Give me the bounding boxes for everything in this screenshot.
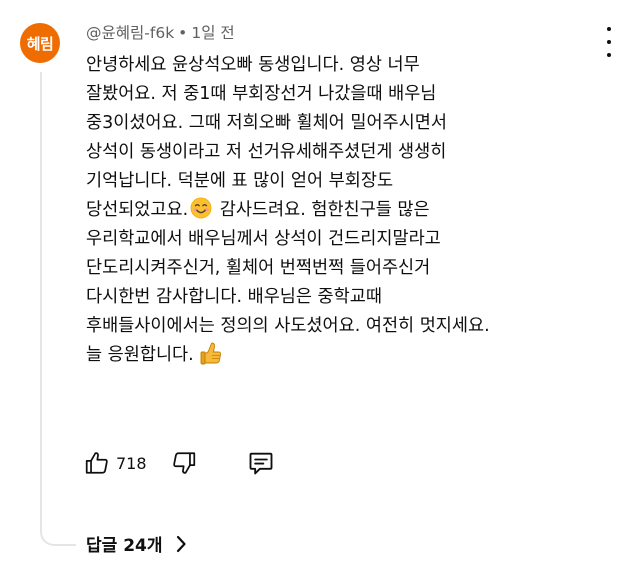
comment-line: 중3이셨어요. 그때 저희오빠 휠체어 밀어주시면서 [86, 113, 447, 133]
comment-line: 우리학교에서 배우님께서 상석이 건드리지말라고 [86, 229, 441, 249]
comment-line: 안녕하세요 윤상석오빠 동생입니다. 영상 너무 [86, 55, 420, 75]
like-button[interactable]: 718 [84, 450, 147, 476]
author-handle[interactable]: @윤혜림-f6k [86, 24, 174, 42]
comment-meta: @윤혜림-f6k • 1일 전 [86, 21, 235, 43]
comment-line: 잘봤어요. 저 중1때 부회장선거 나갔을때 배우님 [86, 84, 437, 104]
comment-text: 안녕하세요 윤상석오빠 동생입니다. 영상 너무 잘봤어요. 저 중1때 부회장… [86, 51, 626, 370]
comment-line: 늘 응원합니다. [86, 341, 626, 370]
more-dot [607, 27, 611, 31]
comment-reply-icon [249, 452, 272, 475]
chevron-right-icon [175, 535, 187, 553]
more-dot [607, 40, 611, 44]
comment-line-part: 감사드려요. 험한친구들 많은 [214, 200, 430, 220]
comment-line-part: 늘 응원합니다. [86, 345, 194, 365]
comment-line: 다시한번 감사합니다. 배우님은 중학교때 [86, 287, 382, 307]
comment-line: 상석이 동생이라고 저 선거유세해주셨던게 생생히 [86, 142, 447, 162]
thumbs-up-emoji [200, 342, 221, 365]
meta-separator: • [178, 24, 188, 42]
thumbs-up-icon [85, 452, 108, 474]
comment-line-part: 당선되었고요. [86, 200, 189, 220]
comment-actions: 718 [84, 447, 275, 479]
thumbs-down-icon [172, 452, 195, 474]
comment-line: 단도리시켜주신거, 휠체어 번쩍번쩍 들어주신거 [86, 258, 431, 278]
timestamp[interactable]: 1일 전 [191, 24, 234, 42]
view-replies-button[interactable]: 답글 24개 [86, 531, 187, 556]
comment-line: 후배들사이에서는 정의의 사도셨어요. 여전히 멋지세요. [86, 316, 490, 336]
replies-label: 답글 24개 [86, 536, 163, 556]
dislike-button[interactable] [171, 450, 197, 476]
comment-line: 당선되었고요. 감사드려요. 험한친구들 많은 [86, 196, 626, 225]
reply-thread-line [40, 72, 76, 546]
like-count: 718 [116, 453, 147, 473]
avatar[interactable]: 혜림 [20, 23, 60, 63]
reply-button[interactable] [247, 449, 275, 477]
comment-line: 기억납니다. 덕분에 표 많이 얻어 부회장도 [86, 171, 394, 191]
smiling-face-emoji [190, 197, 212, 219]
